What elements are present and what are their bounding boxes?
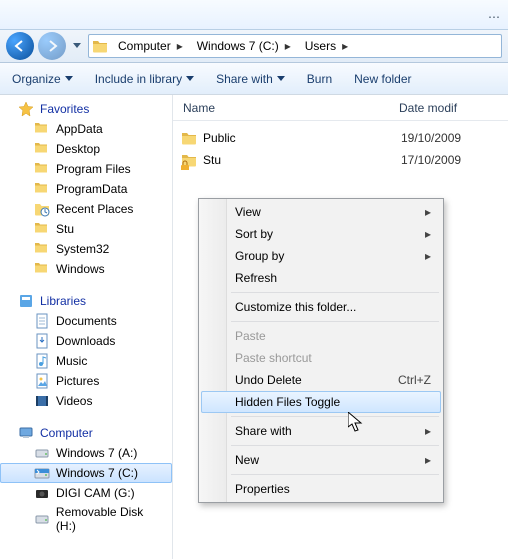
sidebar-item-downloads[interactable]: Downloads [0,331,172,351]
sidebar-item-drive-c[interactable]: Windows 7 (C:) [0,463,172,483]
title-overflow: ⋯ [488,10,500,24]
menu-group-by[interactable]: Group by▸ [201,245,441,267]
address-bar[interactable]: Computer▸ Windows 7 (C:)▸ Users▸ [88,34,502,58]
chevron-down-icon [186,76,194,81]
menu-refresh[interactable]: Refresh [201,267,441,289]
file-row-stu[interactable]: Stu 17/10/2009 [173,149,508,171]
file-name: Public [203,131,236,145]
file-date: 17/10/2009 [401,153,461,167]
column-headers: Name Date modif [173,95,508,121]
menu-share-with[interactable]: Share with▸ [201,420,441,442]
menu-new[interactable]: New▸ [201,449,441,471]
crumb-computer[interactable]: Computer▸ [111,35,190,57]
chevron-right-icon[interactable]: ▸ [282,39,294,53]
menu-view[interactable]: View▸ [201,201,441,223]
column-date[interactable]: Date modif [399,101,508,115]
sidebar-item-documents[interactable]: Documents [0,311,172,331]
burn-button[interactable]: Burn [307,72,332,86]
menu-hidden-files-toggle[interactable]: Hidden Files Toggle [201,391,441,413]
menu-undo-delete[interactable]: Undo DeleteCtrl+Z [201,369,441,391]
sidebar-item-appdata[interactable]: AppData [0,119,172,139]
sidebar-item-recent-places[interactable]: Recent Places [0,199,172,219]
crumb-folder[interactable]: Users▸ [298,35,355,57]
sidebar-item-digicam[interactable]: DIGI CAM (G:) [0,483,172,503]
menu-paste-shortcut: Paste shortcut [201,347,441,369]
context-menu: View▸ Sort by▸ Group by▸ Refresh Customi… [198,198,444,503]
favorites-header[interactable]: Favorites [0,99,172,119]
organize-button[interactable]: Organize [12,72,73,86]
share-with-button[interactable]: Share with [216,72,285,86]
sidebar-item-pictures[interactable]: Pictures [0,371,172,391]
back-button[interactable] [6,32,34,60]
menu-paste: Paste [201,325,441,347]
chevron-right-icon: ▸ [425,453,431,467]
menu-sort-by[interactable]: Sort by▸ [201,223,441,245]
sidebar-item-music[interactable]: Music [0,351,172,371]
include-library-button[interactable]: Include in library [95,72,194,86]
folder-icon [181,130,197,146]
forward-button[interactable] [38,32,66,60]
libraries-header[interactable]: Libraries [0,291,172,311]
folder-icon [89,38,111,54]
crumb-drive[interactable]: Windows 7 (C:)▸ [190,35,298,57]
chevron-right-icon[interactable]: ▸ [174,39,186,53]
menu-customize[interactable]: Customize this folder... [201,296,441,318]
sidebar-item-drive-a[interactable]: Windows 7 (A:) [0,443,172,463]
sidebar-item-program-files[interactable]: Program Files [0,159,172,179]
menu-properties[interactable]: Properties [201,478,441,500]
sidebar-item-windows[interactable]: Windows [0,259,172,279]
chevron-right-icon: ▸ [425,205,431,219]
chevron-right-icon: ▸ [425,227,431,241]
window-titlebar: ⋯ [0,0,508,30]
chevron-right-icon: ▸ [425,424,431,438]
nav-row: Computer▸ Windows 7 (C:)▸ Users▸ [0,30,508,63]
chevron-down-icon [277,76,285,81]
file-row-public[interactable]: Public 19/10/2009 [173,127,508,149]
chevron-down-icon [65,76,73,81]
shortcut-label: Ctrl+Z [398,373,431,387]
history-dropdown[interactable] [70,43,84,49]
file-name: Stu [203,153,221,167]
chevron-right-icon: ▸ [425,249,431,263]
file-date: 19/10/2009 [401,131,461,145]
column-name[interactable]: Name [179,101,399,115]
chevron-right-icon[interactable]: ▸ [339,39,351,53]
command-bar: Organize Include in library Share with B… [0,63,508,95]
lock-icon [179,158,191,170]
computer-header[interactable]: Computer [0,423,172,443]
sidebar-item-stu[interactable]: Stu [0,219,172,239]
navigation-pane: Favorites AppData Desktop Program Files … [0,95,173,559]
sidebar-item-programdata[interactable]: ProgramData [0,179,172,199]
sidebar-item-removable[interactable]: Removable Disk (H:) [0,503,172,535]
sidebar-item-videos[interactable]: Videos [0,391,172,411]
sidebar-item-system32[interactable]: System32 [0,239,172,259]
sidebar-item-desktop[interactable]: Desktop [0,139,172,159]
new-folder-button[interactable]: New folder [354,72,411,86]
